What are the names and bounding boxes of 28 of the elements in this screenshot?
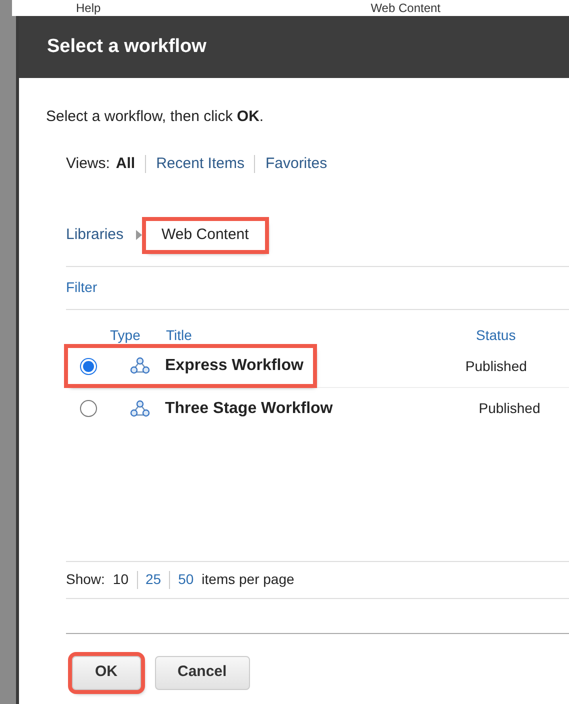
column-header[interactable]: Title	[166, 325, 476, 346]
view-link[interactable]: Favorites	[265, 152, 328, 175]
column-header[interactable]: Status	[476, 325, 516, 346]
breadcrumb-arrow-icon	[136, 230, 142, 240]
dialog-button[interactable]: Cancel	[154, 656, 250, 690]
breadcrumb-link[interactable]: Libraries	[66, 224, 124, 246]
workflow-icon	[129, 357, 151, 375]
location-text: Web Content	[370, 2, 441, 14]
status-cell-text: Published	[465, 356, 527, 376]
workflow-title[interactable]: Three Stage Workflow	[165, 396, 333, 420]
show-label: Show:	[66, 570, 105, 589]
column-header[interactable]: Type	[110, 325, 166, 346]
page-size-link[interactable]: 25	[146, 569, 162, 590]
help-link[interactable]: Help	[76, 2, 101, 14]
instruction-text: Select a workflow, then click OK.	[46, 107, 265, 127]
page-size-link[interactable]: 50	[178, 569, 194, 590]
workflow-title[interactable]: Express Workflow	[165, 354, 304, 378]
status-cell-text: Published	[478, 399, 540, 418]
dialog-title: Select a workflow	[47, 34, 206, 59]
radio-button[interactable]	[80, 358, 97, 374]
page-size-link[interactable]: 10	[112, 569, 128, 590]
view-link[interactable]: All	[116, 152, 136, 175]
radio-button[interactable]	[80, 400, 97, 417]
views-label: Views:	[66, 154, 110, 174]
view-link[interactable]: Recent Items	[156, 152, 244, 175]
workflow-icon	[129, 400, 151, 418]
filter-link[interactable]: Filter	[66, 278, 98, 294]
items-per-page-text: items per page	[202, 570, 294, 589]
